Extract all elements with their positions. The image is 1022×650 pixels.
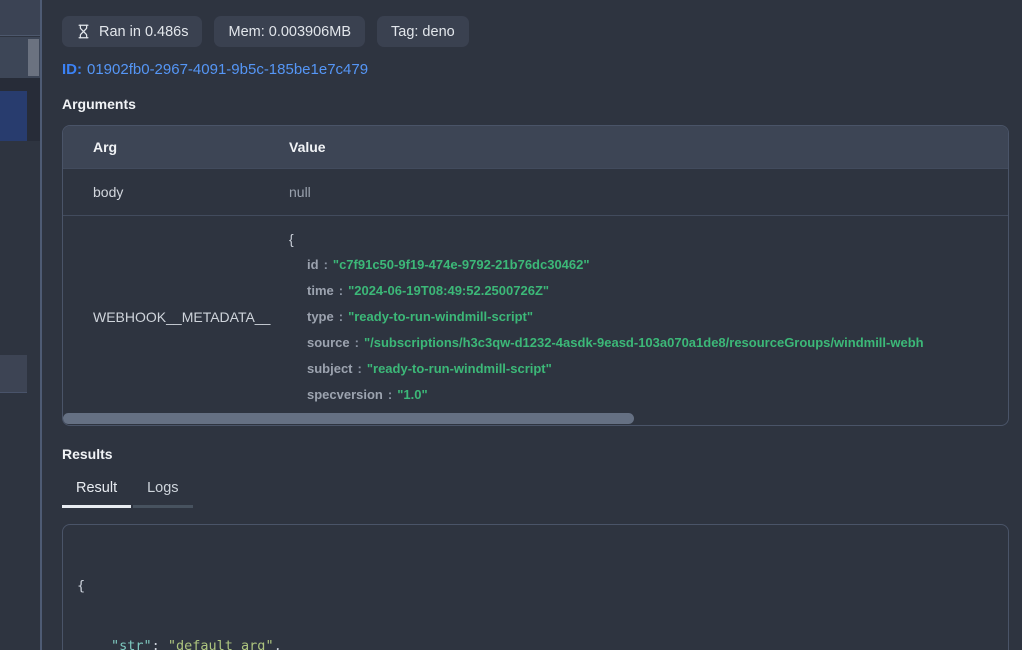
arg-name-body: body	[63, 184, 289, 200]
result-comma: ,	[274, 638, 282, 650]
table-row-webhook-metadata: WEBHOOK__METADATA__ { id:"c7f91c50-9f19-…	[63, 215, 1008, 412]
table-scrollbar-thumb[interactable]	[63, 413, 634, 424]
hourglass-icon	[76, 24, 91, 39]
open-brace: {	[289, 226, 1008, 252]
tab-logs[interactable]: Logs	[133, 474, 192, 508]
json-colon: :	[383, 387, 397, 402]
json-key: type	[307, 309, 334, 324]
table-horizontal-scrollbar	[63, 412, 1008, 425]
json-key: subject	[307, 361, 353, 376]
table-row-body: body null	[63, 168, 1008, 215]
webhook-metadata-object-viewer: { id:"c7f91c50-9f19-474e-9792-21b76dc304…	[289, 226, 1008, 408]
json-entry-source: source:"/subscriptions/h3c3qw-d1232-4asd…	[289, 330, 1008, 356]
tab-result[interactable]: Result	[62, 474, 131, 508]
column-header-arg: Arg	[63, 139, 289, 155]
runs-panel-header-fragment	[0, 0, 40, 36]
result-separator: :	[152, 638, 168, 650]
json-key: specversion	[307, 387, 383, 402]
json-colon: :	[334, 283, 348, 298]
job-id-value[interactable]: 01902fb0-2967-4091-9b5c-185be1e7c479	[87, 61, 368, 78]
arg-value-body: null	[289, 184, 1008, 200]
runs-panel-row-fragment	[0, 37, 40, 78]
runs-panel-gap	[0, 78, 40, 91]
json-entry-specversion: specversion:"1.0"	[289, 382, 1008, 408]
job-id-label: ID:	[62, 61, 82, 78]
result-open-brace: {	[77, 576, 994, 596]
json-value: "c7f91c50-9f19-474e-9792-21b76dc30462"	[333, 257, 590, 272]
json-entry-subject: subject:"ready-to-run-windmill-script"	[289, 356, 1008, 382]
result-entry-str: "str": "default arg",	[77, 636, 994, 650]
runtime-badge-label: Ran in 0.486s	[99, 24, 188, 40]
json-value: "1.0"	[397, 387, 427, 402]
runs-panel-row-fragment-2	[0, 355, 27, 393]
arguments-heading: Arguments	[62, 96, 1009, 112]
json-value: "2024-06-19T08:49:52.2500726Z"	[348, 283, 549, 298]
arguments-table-header: Arg Value	[63, 126, 1008, 168]
json-key: time	[307, 283, 334, 298]
json-value: "ready-to-run-windmill-script"	[348, 309, 533, 324]
json-value: "ready-to-run-windmill-script"	[367, 361, 552, 376]
json-colon: :	[350, 335, 364, 350]
memory-badge-label: Mem: 0.003906MB	[228, 24, 351, 40]
runtime-badge: Ran in 0.486s	[62, 16, 202, 47]
background-runs-panel	[0, 0, 40, 650]
memory-badge: Mem: 0.003906MB	[214, 16, 365, 47]
json-entry-id: id:"c7f91c50-9f19-474e-9792-21b76dc30462…	[289, 252, 1008, 278]
json-key: source	[307, 335, 350, 350]
json-value: "/subscriptions/h3c3qw-d1232-4asdk-9easd…	[364, 335, 924, 350]
results-tabs: Result Logs	[62, 474, 1009, 508]
selected-run-row-fragment[interactable]	[0, 91, 27, 141]
json-entry-time: time:"2024-06-19T08:49:52.2500726Z"	[289, 278, 1008, 304]
results-heading: Results	[62, 446, 1009, 462]
result-key: "str"	[111, 638, 152, 650]
arg-name-webhook-metadata: WEBHOOK__METADATA__	[63, 226, 289, 408]
result-json-viewer: { "str": "default arg", "union": "Hello …	[62, 524, 1009, 650]
column-header-value: Value	[289, 139, 1008, 155]
json-colon: :	[319, 257, 333, 272]
arguments-table: Arg Value body null WEBHOOK__METADATA__ …	[62, 125, 1009, 426]
result-value: "default arg"	[168, 638, 274, 650]
json-colon: :	[334, 309, 348, 324]
job-id-line: ID: 01902fb0-2967-4091-9b5c-185be1e7c479	[62, 61, 1009, 78]
run-detail-drawer: Ran in 0.486s Mem: 0.003906MB Tag: deno …	[42, 0, 1022, 650]
run-stats-row: Ran in 0.486s Mem: 0.003906MB Tag: deno	[62, 16, 1009, 47]
runs-panel-scrollbar-thumb[interactable]	[28, 39, 39, 76]
json-colon: :	[353, 361, 367, 376]
json-entry-type: type:"ready-to-run-windmill-script"	[289, 304, 1008, 330]
tag-badge-label: Tag: deno	[391, 24, 455, 40]
tag-badge: Tag: deno	[377, 16, 469, 47]
json-key: id	[307, 257, 319, 272]
